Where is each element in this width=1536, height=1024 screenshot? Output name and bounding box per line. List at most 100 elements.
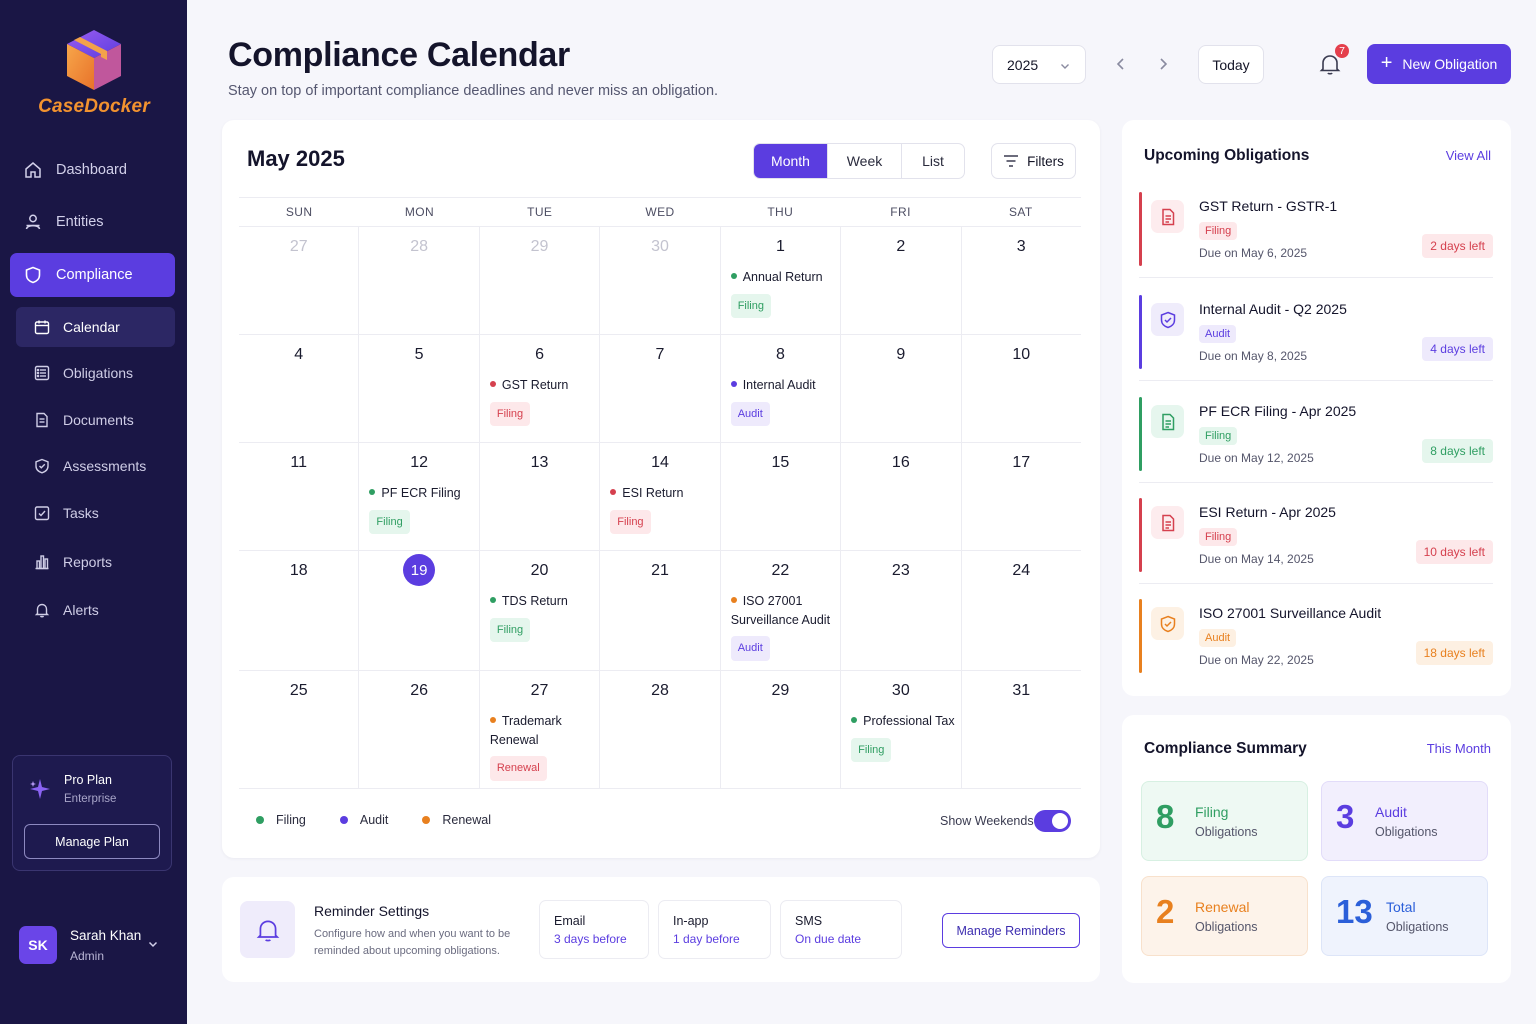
calendar-day-cell[interactable]: 31 xyxy=(962,671,1081,788)
calendar-day-cell[interactable]: 12 PF ECR Filing Filing xyxy=(359,443,480,550)
calendar-day-cell[interactable]: 13 xyxy=(480,443,601,550)
user-profile[interactable]: SK Sarah Khan Admin xyxy=(19,925,169,967)
year-select[interactable]: 2025 xyxy=(992,45,1086,84)
summary-period-select[interactable]: This Month xyxy=(1427,741,1491,756)
manage-plan-button[interactable]: Manage Plan xyxy=(24,824,160,859)
brand-logo[interactable]: CaseDocker xyxy=(36,28,152,118)
calendar-day-cell[interactable]: 25 xyxy=(239,671,360,788)
calendar-day-cell[interactable]: 9 xyxy=(841,335,962,442)
calendar-event[interactable]: ESI Return Filing xyxy=(610,484,715,534)
obligation-item[interactable]: ISO 27001 Surveillance Audit Audit Due on … xyxy=(1139,599,1493,685)
calendar-day-cell[interactable]: 28 xyxy=(600,671,721,788)
calendar-day-cell[interactable]: 3 xyxy=(962,227,1081,334)
calendar-day-cell[interactable]: 5 xyxy=(359,335,480,442)
obligation-item[interactable]: GST Return - GSTR-1 Filing Due on May 6, 2… xyxy=(1139,192,1493,278)
subnav-documents[interactable]: Documents xyxy=(16,400,175,440)
subnav-alerts[interactable]: Alerts xyxy=(16,590,175,630)
reminder-sms[interactable]: SMS On due date xyxy=(780,900,902,959)
calendar-day-cell[interactable]: 19 xyxy=(359,551,480,670)
day-number: 26 xyxy=(410,682,429,699)
calendar-day-cell[interactable]: 27 Trademark Renewal Renewal xyxy=(480,671,601,788)
calendar-day-cell[interactable]: 18 xyxy=(239,551,360,670)
reminder-inapp[interactable]: In-app 1 day before xyxy=(658,900,771,959)
calendar-event[interactable]: GST Return Filing xyxy=(489,376,595,426)
subnav-obligations[interactable]: Obligations xyxy=(16,353,175,393)
legend-item: Filing xyxy=(256,813,306,827)
summary-label: Renewal xyxy=(1195,899,1250,915)
obligation-item[interactable]: PF ECR Filing - Apr 2025 Filing Due on May… xyxy=(1139,397,1493,483)
event-type-tag: Filing xyxy=(489,401,531,426)
calendar-event[interactable]: ISO 27001 Surveillance Audit Audit xyxy=(730,592,836,661)
today-button[interactable]: Today xyxy=(1198,45,1264,84)
filters-button[interactable]: Filters xyxy=(991,143,1076,179)
calendar-day-cell[interactable]: 20 TDS Return Filing xyxy=(480,551,601,670)
calendar-day-cell[interactable]: 11 xyxy=(239,443,360,550)
weekday-label: MON xyxy=(404,205,435,219)
subnav-assessments[interactable]: Assessments xyxy=(16,446,175,486)
nav-entities[interactable]: Entities xyxy=(10,200,175,244)
calendar-day-cell[interactable]: 24 xyxy=(962,551,1081,670)
summary-stat-renewal[interactable]: 2 Renewal Obligations xyxy=(1141,876,1308,956)
nav-dashboard[interactable]: Dashboard xyxy=(10,148,175,192)
subnav-reports[interactable]: Reports xyxy=(16,542,175,582)
calendar-day-cell[interactable]: 15 xyxy=(721,443,842,550)
calendar-day-cell[interactable]: 28 xyxy=(359,227,480,334)
calendar-event[interactable]: TDS Return Filing xyxy=(489,592,595,642)
manage-reminders-button[interactable]: Manage Reminders xyxy=(942,913,1080,948)
obligation-item[interactable]: Internal Audit - Q2 2025 Audit Due on May … xyxy=(1139,295,1493,381)
day-number: 14 xyxy=(651,454,669,471)
calendar-day-cell[interactable]: 10 xyxy=(962,335,1081,442)
calendar-day-cell[interactable]: 29 xyxy=(480,227,601,334)
calendar-day-cell[interactable]: 4 xyxy=(239,335,360,442)
calendar-day-cell[interactable]: 23 xyxy=(841,551,962,670)
view-all-link[interactable]: View All xyxy=(1446,148,1491,163)
summary-stat-total[interactable]: 13 Total Obligations xyxy=(1321,876,1488,956)
calendar-day-cell[interactable]: 16 xyxy=(841,443,962,550)
calendar-day-cell[interactable]: 26 xyxy=(359,671,480,788)
calendar-day-cell[interactable]: 8 Internal Audit Audit xyxy=(721,335,842,442)
calendar-event[interactable]: Trademark Renewal Renewal xyxy=(489,712,595,781)
calendar-month-label: May 2025 xyxy=(247,146,345,171)
priority-bar xyxy=(1139,295,1142,369)
subnav-calendar[interactable]: Calendar xyxy=(16,307,175,347)
calendar-day-cell[interactable]: 22 ISO 27001 Surveillance Audit Audit xyxy=(721,551,842,670)
calendar-event[interactable]: Annual Return Filing xyxy=(730,268,836,318)
subnav-tasks[interactable]: Tasks xyxy=(16,493,175,533)
reminder-email[interactable]: Email 3 days before xyxy=(539,900,649,959)
calendar-day-cell[interactable]: 14 ESI Return Filing xyxy=(600,443,721,550)
calendar-day-cell[interactable]: 21 xyxy=(600,551,721,670)
calendar-day-cell[interactable]: 6 GST Return Filing xyxy=(480,335,601,442)
calendar-event[interactable]: Professional Tax Filing xyxy=(851,712,956,762)
priority-bar xyxy=(1139,498,1142,572)
show-weekends-toggle[interactable] xyxy=(1034,810,1071,832)
nav-compliance[interactable]: Compliance xyxy=(10,253,175,297)
calendar-event[interactable]: PF ECR Filing Filing xyxy=(369,484,474,534)
day-number: 2 xyxy=(896,238,906,255)
subnav-label: Alerts xyxy=(63,602,99,618)
summary-stat-audit[interactable]: 3 Audit Obligations xyxy=(1321,781,1488,861)
calendar-day-cell[interactable]: 30 Professional Tax Filing xyxy=(841,671,962,788)
priority-bar xyxy=(1139,599,1142,673)
day-number: 31 xyxy=(1012,682,1031,699)
day-number: 22 xyxy=(771,562,790,579)
view-week-tab[interactable]: Week xyxy=(828,144,902,178)
calendar-day-cell[interactable]: 27 xyxy=(239,227,360,334)
calendar-day-cell[interactable]: 17 xyxy=(962,443,1081,550)
day-number: 13 xyxy=(530,454,549,471)
calendar-day-cell[interactable]: 7 xyxy=(600,335,721,442)
calendar-event[interactable]: Internal Audit Audit xyxy=(730,376,836,426)
calendar-day-cell[interactable]: 2 xyxy=(841,227,962,334)
prev-month-button[interactable] xyxy=(1111,54,1131,74)
calendar-day-cell[interactable]: 29 xyxy=(721,671,842,788)
obligation-item[interactable]: ESI Return - Apr 2025 Filing Due on May 14… xyxy=(1139,498,1493,584)
calendar-day-cell[interactable]: 1 Annual Return Filing xyxy=(721,227,842,334)
calendar-day-cell[interactable]: 30 xyxy=(600,227,721,334)
legend-label: Audit xyxy=(359,813,389,827)
new-obligation-button[interactable]: + New Obligation xyxy=(1367,44,1511,84)
next-month-button[interactable] xyxy=(1153,54,1173,74)
summary-stat-filing[interactable]: 8 Filing Obligations xyxy=(1141,781,1308,861)
weekday-header-row: SUN MON TUE WED THU FRI SAT xyxy=(239,197,1081,227)
obligation-name: ISO 27001 Surveillance Audit xyxy=(1199,605,1382,621)
view-list-tab[interactable]: List xyxy=(902,144,964,178)
view-month-tab[interactable]: Month xyxy=(754,144,828,178)
